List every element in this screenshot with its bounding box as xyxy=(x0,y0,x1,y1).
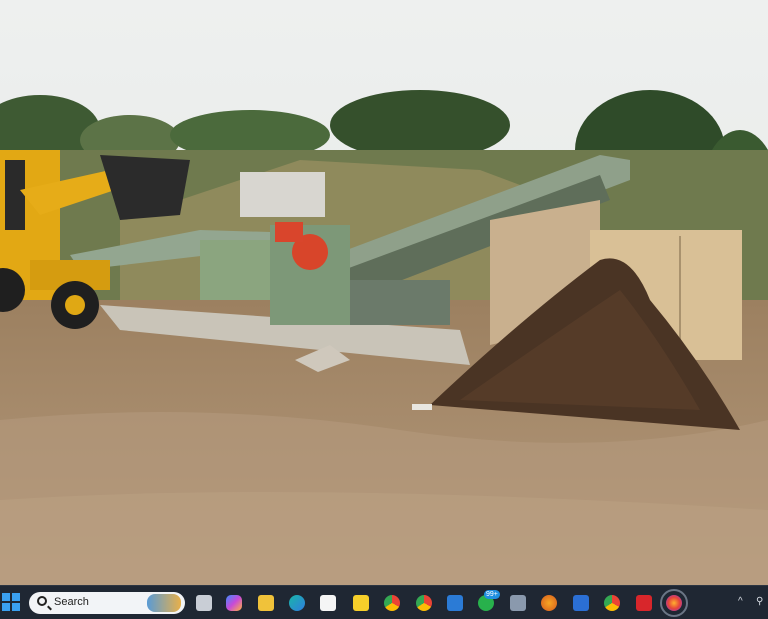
sticky-notes-icon[interactable] xyxy=(353,595,369,611)
search-highlight-image xyxy=(147,594,181,612)
photos-icon[interactable] xyxy=(447,595,463,611)
store-icon[interactable] xyxy=(320,595,336,611)
firefox-icon[interactable] xyxy=(660,589,688,617)
search-label: Search xyxy=(54,596,89,608)
taskbar-search-box[interactable]: Search xyxy=(29,592,185,614)
word-icon[interactable] xyxy=(573,595,589,611)
chrome-profile-icon[interactable] xyxy=(416,595,432,611)
wood-chipper-scene xyxy=(0,0,768,585)
windows-taskbar: Search 99+ ^ ⚲ xyxy=(0,585,768,619)
edge-icon[interactable] xyxy=(289,595,305,611)
truck-background xyxy=(240,172,325,217)
file-explorer-icon[interactable] xyxy=(258,595,274,611)
task-view-icon[interactable] xyxy=(196,595,212,611)
whatsapp-unread-badge: 99+ xyxy=(484,590,500,599)
video-frame-photo xyxy=(0,0,768,585)
search-icon xyxy=(37,596,47,606)
windows-start-icon[interactable] xyxy=(2,593,20,611)
paint-icon[interactable] xyxy=(541,595,557,611)
chrome-icon[interactable] xyxy=(384,595,400,611)
calculator-icon[interactable] xyxy=(510,595,526,611)
chrome-alt-icon[interactable] xyxy=(604,595,620,611)
acrobat-icon[interactable] xyxy=(636,595,652,611)
tray-network-icon[interactable]: ⚲ xyxy=(756,596,768,608)
tray-chevron-icon[interactable]: ^ xyxy=(738,596,743,607)
copilot-icon[interactable] xyxy=(226,595,242,611)
chipper-panel xyxy=(200,240,270,300)
